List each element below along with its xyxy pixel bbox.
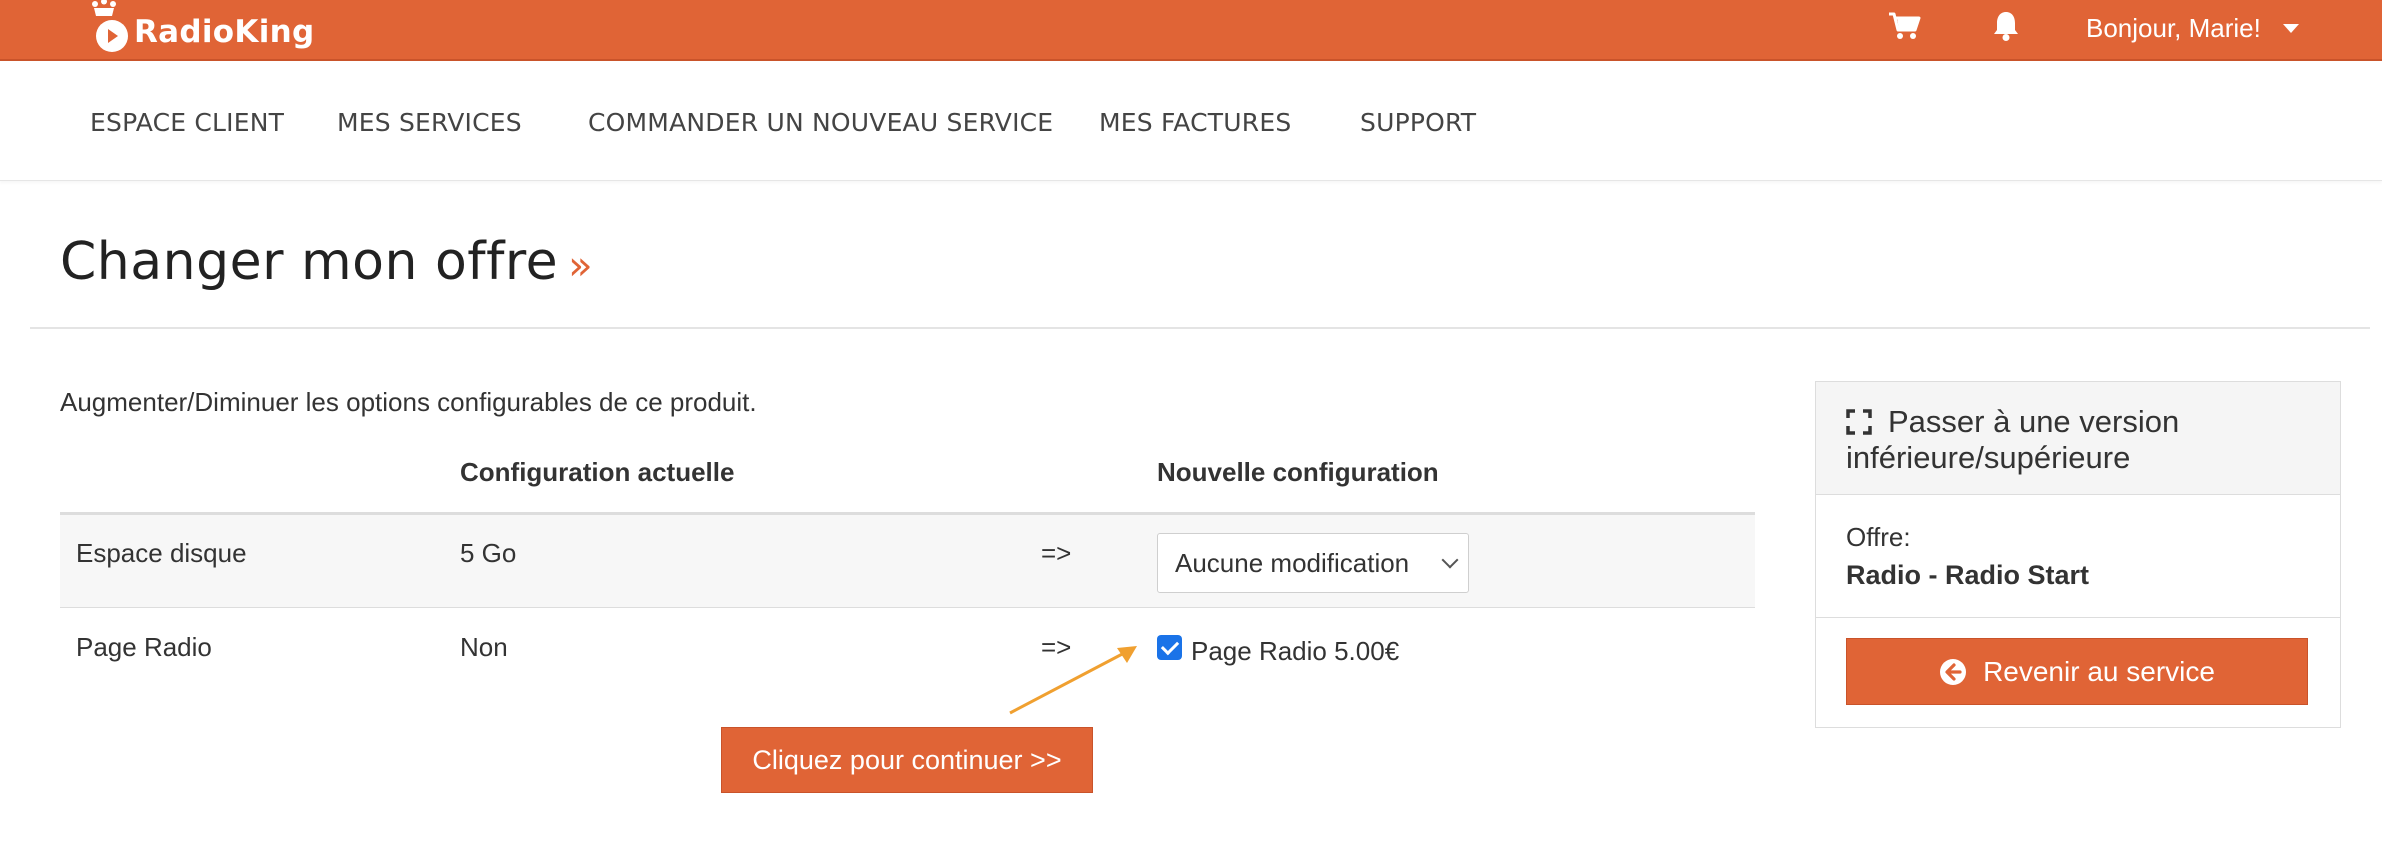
annotation-arrow-icon [1009, 646, 1137, 715]
bell-icon[interactable] [1986, 6, 2026, 46]
row-label: Page Radio [76, 632, 212, 662]
panel-divider [1816, 617, 2340, 618]
expand-icon [1846, 407, 1872, 435]
cart-icon[interactable] [1885, 6, 1925, 46]
logo[interactable]: RadioKing [86, 0, 315, 58]
row-current-value: 5 Go [460, 538, 517, 568]
page-radio-checkbox[interactable] [1157, 635, 1182, 660]
offer-label: Offre: [1846, 522, 1911, 552]
continue-button[interactable]: Cliquez pour continuer >> [721, 727, 1093, 793]
radioking-logo-icon [86, 0, 132, 58]
user-menu[interactable]: Bonjour, Marie! [2086, 0, 2299, 56]
arrow-circle-left-icon [1939, 658, 1967, 686]
nav-support[interactable]: SUPPORT [1360, 61, 1476, 181]
page-title-text: Changer mon offre [60, 232, 559, 292]
disk-space-select[interactable]: Aucune modification [1157, 533, 1469, 593]
back-to-service-button[interactable]: Revenir au service [1846, 638, 2308, 705]
table-row: Espace disque 5 Go => [60, 515, 1755, 608]
page-radio-option-label[interactable]: Page Radio 5.00€ [1191, 636, 1399, 667]
row-label: Espace disque [76, 538, 247, 568]
select-value: Aucune modification [1175, 547, 1410, 578]
panel-title: Passer à une version inférieure/supérieu… [1846, 404, 2316, 476]
table-row: Page Radio Non => [60, 609, 1755, 702]
nav-mes-factures[interactable]: MES FACTURES [1099, 61, 1291, 181]
offer-value: Radio - Radio Start [1846, 560, 2090, 590]
intro-text: Augmenter/Diminuer les options configura… [60, 387, 757, 417]
row-arrow: => [1041, 538, 1072, 568]
chevron-down-icon [1441, 551, 1459, 569]
row-current-value: Non [460, 632, 508, 662]
nav-commander-service[interactable]: COMMANDER UN NOUVEAU SERVICE [588, 61, 1053, 181]
chevron-down-icon [2282, 23, 2299, 33]
header-new-config: Nouvelle configuration [1157, 457, 1439, 487]
title-divider [30, 327, 2370, 329]
page-title: Changer mon offre» [60, 232, 593, 292]
upgrade-panel: Passer à une version inférieure/supérieu… [1815, 381, 2341, 728]
back-button-label: Revenir au service [1983, 655, 2215, 687]
user-greeting: Bonjour, Marie! [2086, 12, 2261, 43]
nav-mes-services[interactable]: MES SERVICES [337, 61, 522, 181]
top-bar: RadioKing Bonjour, Marie! [0, 0, 2382, 61]
main-nav: ESPACE CLIENT MES SERVICES COMMANDER UN … [0, 61, 2382, 181]
title-raquo: » [568, 243, 594, 289]
panel-title-text: Passer à une version inférieure/supérieu… [1846, 404, 2180, 475]
header-current-config: Configuration actuelle [460, 457, 735, 487]
nav-espace-client[interactable]: ESPACE CLIENT [90, 61, 284, 181]
logo-text: RadioKing [134, 14, 315, 50]
panel-header: Passer à une version inférieure/supérieu… [1816, 382, 2340, 495]
